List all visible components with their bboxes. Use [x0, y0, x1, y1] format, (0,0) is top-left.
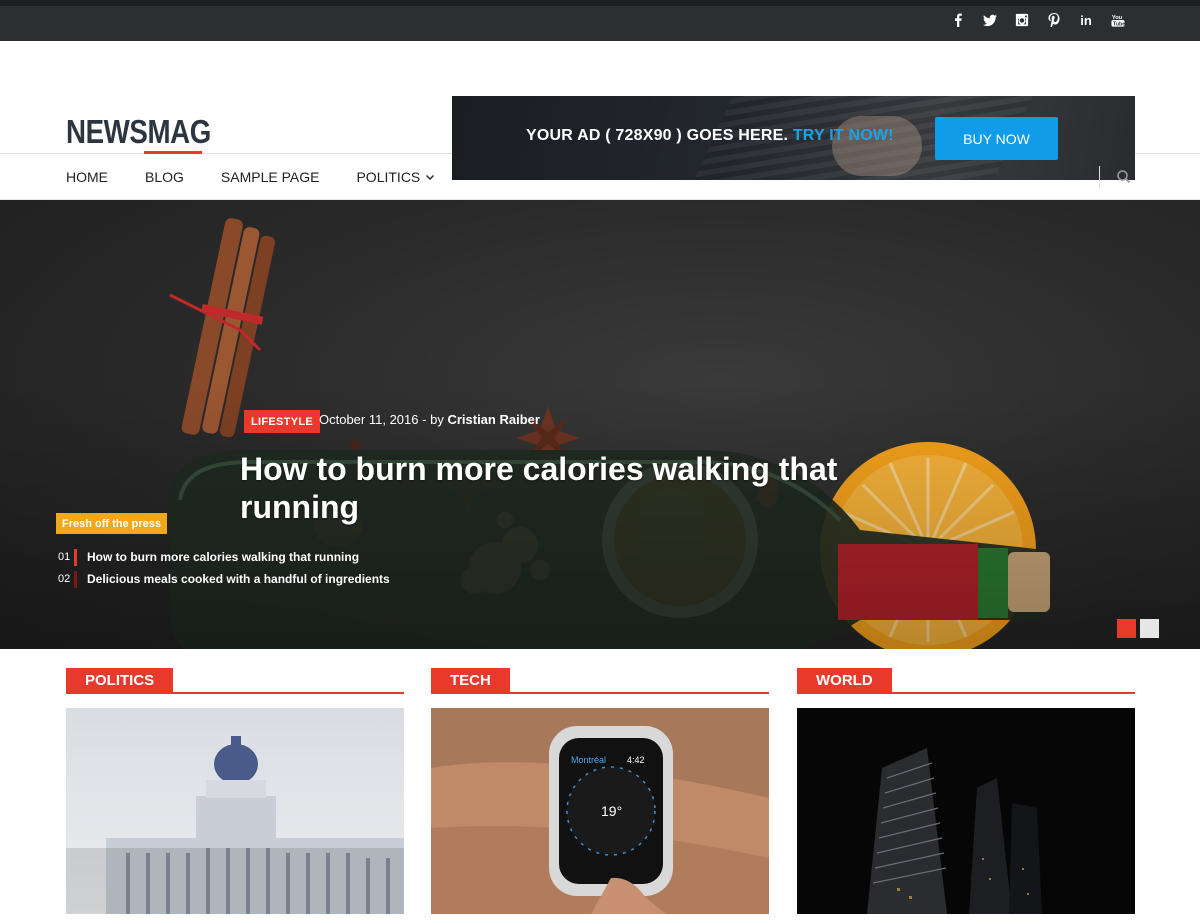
nav-item-politics[interactable]: POLITICS [356, 169, 435, 185]
nav-label: HOME [66, 169, 108, 185]
nav-divider [1099, 166, 1100, 188]
pinterest-icon[interactable] [1046, 12, 1062, 28]
site-logo[interactable]: NEWSMAG [66, 115, 211, 155]
list-number: 02 [58, 573, 71, 585]
capitol-building-image[interactable] [66, 708, 404, 914]
logo-text: NEWSMAG [66, 113, 211, 150]
list-marker [74, 570, 77, 588]
chevron-down-icon [426, 175, 435, 180]
meta-by: by [430, 412, 444, 427]
smartwatch-image[interactable]: Montréal 4:42 19° [431, 708, 769, 914]
social-links: in You Tube [950, 12, 1126, 28]
linkedin-icon[interactable]: in [1078, 12, 1094, 28]
category-header: WORLD [797, 668, 1135, 694]
twitter-icon[interactable] [982, 12, 998, 28]
nav-item-blog[interactable]: BLOG [145, 169, 184, 185]
list-title: How to burn more calories walking that r… [87, 550, 360, 564]
skyscrapers-night-image[interactable] [797, 708, 1135, 914]
category-header: POLITICS [66, 668, 404, 694]
slider-dot-2[interactable] [1140, 619, 1159, 638]
list-marker [74, 548, 77, 566]
site-header: NEWSMAG YOUR AD ( 728X90 ) GOES HERE. TR… [0, 41, 1200, 180]
post-date: October 11, 2016 [319, 412, 419, 427]
category-world: WORLD [797, 668, 1135, 914]
meta-separator: - [422, 412, 427, 427]
main-nav: HOME BLOG SAMPLE PAGE POLITICS [0, 154, 1200, 200]
nav-label: POLITICS [356, 169, 421, 185]
post-author[interactable]: Cristian Raiber [447, 412, 539, 427]
nav-label: SAMPLE PAGE [220, 169, 320, 185]
list-title: Delicious meals cooked with a handful of… [87, 572, 390, 586]
category-label[interactable]: POLITICS [66, 668, 174, 692]
list-item[interactable]: 02 Delicious meals cooked with a handful… [58, 568, 390, 590]
watch-time: 4:42 [627, 755, 645, 765]
slider-dot-1[interactable] [1117, 619, 1136, 638]
ad-text: YOUR AD ( 728X90 ) GOES HERE. TRY IT NOW… [526, 127, 894, 145]
list-item[interactable]: 01 How to burn more calories walking tha… [58, 546, 390, 568]
ad-try-link[interactable]: TRY IT NOW! [793, 127, 894, 144]
category-politics: POLITICS [66, 668, 404, 914]
nav-label: BLOG [145, 169, 184, 185]
category-tech: TECH Montréal 4:42 19° [431, 668, 769, 914]
facebook-icon[interactable] [950, 12, 966, 28]
ad-text-main: YOUR AD ( 728X90 ) GOES HERE. [526, 127, 789, 144]
category-badge[interactable]: LIFESTYLE [244, 410, 320, 433]
category-header: TECH [431, 668, 769, 694]
youtube-icon[interactable]: You Tube [1110, 12, 1126, 28]
watch-temp: 19° [601, 803, 622, 819]
post-meta: October 11, 2016 - by Cristian Raiber [319, 412, 540, 427]
top-social-bar: in You Tube [0, 0, 1200, 41]
hero-title[interactable]: How to burn more calories walking that r… [240, 450, 900, 526]
category-label[interactable]: WORLD [797, 668, 892, 692]
category-label[interactable]: TECH [431, 668, 510, 692]
watch-city: Montréal [571, 755, 606, 765]
hero-slider[interactable]: LIFESTYLE October 11, 2016 - by Cristian… [0, 200, 1200, 649]
fresh-list: 01 How to burn more calories walking tha… [58, 546, 390, 590]
search-icon[interactable] [1116, 169, 1132, 185]
nav-item-sample-page[interactable]: SAMPLE PAGE [221, 169, 320, 185]
svg-text:Tube: Tube [1113, 21, 1125, 27]
nav-item-home[interactable]: HOME [66, 169, 108, 185]
fresh-off-press-badge: Fresh off the press [56, 513, 168, 534]
list-number: 01 [58, 551, 71, 563]
instagram-icon[interactable] [1014, 12, 1030, 28]
slider-dots [1117, 619, 1159, 638]
